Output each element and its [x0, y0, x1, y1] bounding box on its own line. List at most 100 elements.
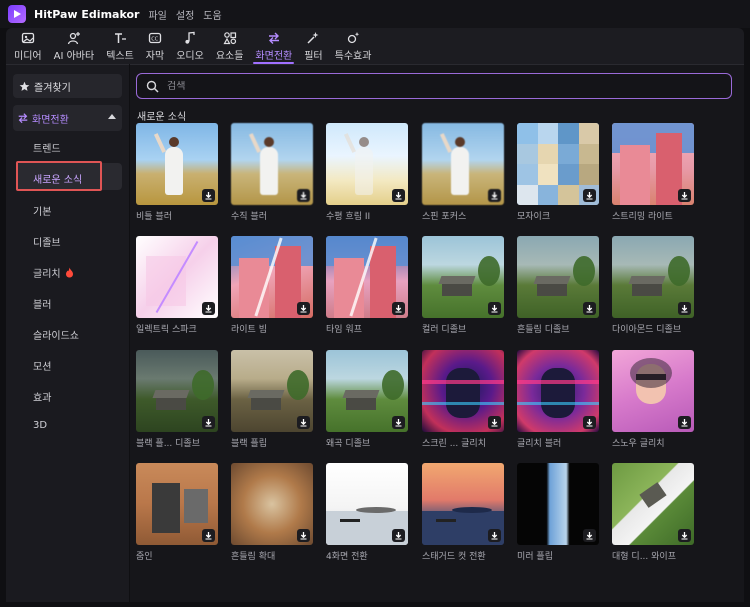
- sidebar-item-favorites[interactable]: 즐겨찾기: [13, 74, 122, 98]
- download-icon[interactable]: [392, 189, 405, 202]
- transition-thumbnail[interactable]: [517, 236, 599, 318]
- transition-card[interactable]: 모자이크: [517, 123, 599, 222]
- transition-thumbnail[interactable]: [612, 236, 694, 318]
- transition-thumbnail[interactable]: [612, 350, 694, 432]
- chevron-up-icon[interactable]: [108, 114, 116, 119]
- download-icon[interactable]: [583, 416, 596, 429]
- transition-thumbnail[interactable]: [231, 123, 313, 205]
- transition-card[interactable]: 컬러 디졸브: [422, 236, 504, 335]
- transition-thumbnail[interactable]: [612, 463, 694, 545]
- transition-thumbnail[interactable]: [231, 236, 313, 318]
- transition-card[interactable]: 타임 워프: [326, 236, 408, 335]
- download-icon[interactable]: [392, 416, 405, 429]
- tab-effects[interactable]: 특수효과: [335, 28, 371, 64]
- sidebar-item-motion[interactable]: 모션: [33, 358, 51, 373]
- transition-thumbnail[interactable]: [517, 350, 599, 432]
- transition-card[interactable]: 스트리밍 라이트: [612, 123, 694, 222]
- download-icon[interactable]: [202, 529, 215, 542]
- sidebar-item-glitch[interactable]: 글리치: [33, 265, 74, 280]
- download-icon[interactable]: [202, 302, 215, 315]
- transition-card[interactable]: 4화면 전환: [326, 463, 408, 562]
- sidebar-item-blur[interactable]: 블러: [33, 296, 51, 311]
- transition-card[interactable]: 스크린 ... 글리치: [422, 350, 504, 449]
- transition-thumbnail[interactable]: [231, 463, 313, 545]
- transition-card[interactable]: 다이아몬드 디졸브: [612, 236, 694, 335]
- transition-thumbnail[interactable]: [231, 350, 313, 432]
- transition-card[interactable]: 비틀 블러: [136, 123, 218, 222]
- transition-thumbnail[interactable]: [136, 463, 218, 545]
- download-icon[interactable]: [678, 302, 691, 315]
- transition-card[interactable]: 수평 흐림 II: [326, 123, 408, 222]
- transition-card[interactable]: 수직 블러: [231, 123, 313, 222]
- menu-help[interactable]: 도움: [203, 7, 221, 22]
- download-icon[interactable]: [297, 416, 310, 429]
- transition-card[interactable]: 라이트 빔: [231, 236, 313, 335]
- download-icon[interactable]: [583, 302, 596, 315]
- transition-thumbnail[interactable]: [136, 123, 218, 205]
- menu-file[interactable]: 파일: [148, 7, 166, 22]
- transition-card[interactable]: 미러 플립: [517, 463, 599, 562]
- transition-thumbnail[interactable]: [326, 463, 408, 545]
- download-icon[interactable]: [202, 189, 215, 202]
- download-icon[interactable]: [583, 189, 596, 202]
- search-bar[interactable]: [136, 73, 732, 99]
- transition-thumbnail[interactable]: [517, 463, 599, 545]
- transition-thumbnail[interactable]: [422, 123, 504, 205]
- sidebar-item-slideshow[interactable]: 슬라이드쇼: [33, 327, 79, 342]
- transition-card[interactable]: 블랙 플립: [231, 350, 313, 449]
- transition-card[interactable]: 줌인: [136, 463, 218, 562]
- download-icon[interactable]: [678, 416, 691, 429]
- tab-transition[interactable]: 화면전환: [253, 28, 295, 64]
- transition-thumbnail[interactable]: [326, 123, 408, 205]
- sidebar-category-transition[interactable]: 화면전환: [13, 105, 122, 131]
- tab-subtitle[interactable]: CC 자막: [146, 28, 164, 64]
- menu-settings[interactable]: 설정: [176, 7, 194, 22]
- tab-elements[interactable]: 요소들: [216, 28, 243, 64]
- transition-card[interactable]: 흔들림 확대: [231, 463, 313, 562]
- sidebar-item-effect[interactable]: 효과: [33, 389, 51, 404]
- tab-audio[interactable]: 오디오: [176, 28, 204, 64]
- transition-thumbnail[interactable]: [136, 236, 218, 318]
- transition-thumbnail[interactable]: [136, 350, 218, 432]
- download-icon[interactable]: [488, 416, 501, 429]
- transition-card[interactable]: 대형 디... 와이프: [612, 463, 694, 562]
- download-icon[interactable]: [297, 529, 310, 542]
- download-icon[interactable]: [678, 529, 691, 542]
- sidebar-item-trend[interactable]: 트렌드: [33, 140, 61, 155]
- download-icon[interactable]: [297, 189, 310, 202]
- download-icon[interactable]: [583, 529, 596, 542]
- transition-thumbnail[interactable]: [612, 123, 694, 205]
- download-icon[interactable]: [392, 529, 405, 542]
- transition-thumbnail[interactable]: [326, 350, 408, 432]
- sidebar-item-dissolve[interactable]: 디졸브: [33, 234, 61, 249]
- tab-ai-avatar[interactable]: AI 아바타: [54, 28, 94, 64]
- transition-thumbnail[interactable]: [422, 236, 504, 318]
- sidebar-category-label: 화면전환: [32, 114, 69, 126]
- download-icon[interactable]: [297, 302, 310, 315]
- transition-card[interactable]: 글리치 블러: [517, 350, 599, 449]
- transition-thumbnail[interactable]: [422, 350, 504, 432]
- transition-card[interactable]: 블랙 플... 디졸브: [136, 350, 218, 449]
- tab-media[interactable]: 미디어: [14, 28, 42, 64]
- transition-card[interactable]: 흔들림 디졸브: [517, 236, 599, 335]
- tab-filter[interactable]: 필터: [304, 28, 323, 64]
- download-icon[interactable]: [488, 529, 501, 542]
- transition-card[interactable]: 스핀 포커스: [422, 123, 504, 222]
- search-input[interactable]: [167, 80, 687, 92]
- download-icon[interactable]: [202, 416, 215, 429]
- download-icon[interactable]: [678, 189, 691, 202]
- thumbnail-detail: [558, 123, 579, 144]
- transition-thumbnail[interactable]: [422, 463, 504, 545]
- download-icon[interactable]: [488, 189, 501, 202]
- sidebar-item-basic[interactable]: 기본: [33, 203, 51, 218]
- transition-thumbnail[interactable]: [326, 236, 408, 318]
- transition-card[interactable]: 일렉트릭 스파크: [136, 236, 218, 335]
- tab-text[interactable]: 텍스트: [106, 28, 134, 64]
- transition-card[interactable]: 스노우 글리치: [612, 350, 694, 449]
- transition-thumbnail[interactable]: [517, 123, 599, 205]
- transition-card[interactable]: 왜곡 디졸브: [326, 350, 408, 449]
- sidebar-item-3d[interactable]: 3D: [33, 420, 47, 431]
- download-icon[interactable]: [392, 302, 405, 315]
- download-icon[interactable]: [488, 302, 501, 315]
- transition-card[interactable]: 스태거드 컷 전환: [422, 463, 504, 562]
